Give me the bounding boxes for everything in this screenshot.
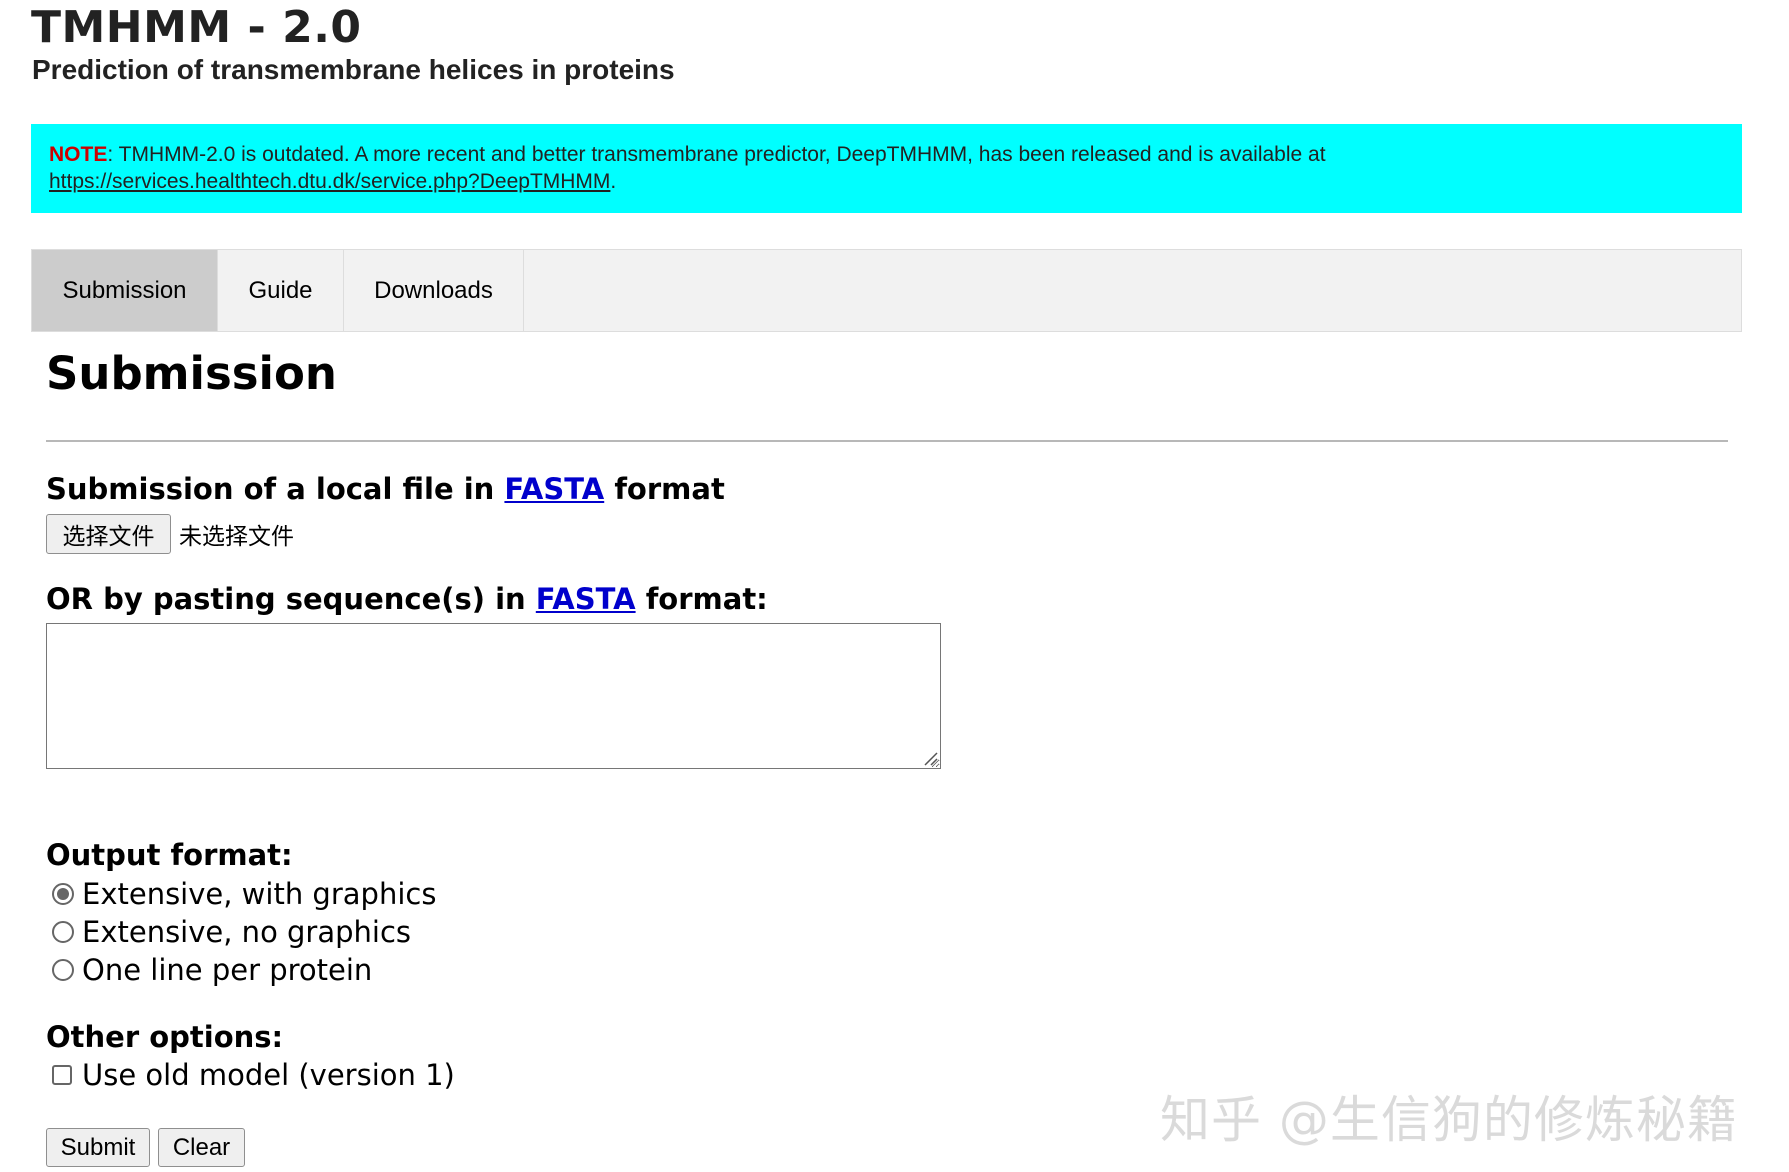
app-subtitle: Prediction of transmembrane helices in p…	[32, 54, 675, 85]
paste-heading: OR by pasting sequence(s) in FASTA forma…	[46, 582, 768, 617]
choose-file-button[interactable]: 选择文件	[46, 514, 171, 554]
tab-submission[interactable]: Submission	[32, 250, 218, 331]
radio-dot-icon	[57, 888, 69, 901]
section-divider	[46, 440, 1728, 442]
resize-handle-icon[interactable]	[922, 750, 938, 766]
app-title: TMHMM - 2.0	[31, 2, 362, 53]
file-upload-row: 选择文件 未选择文件	[46, 514, 294, 554]
option-label: Extensive, no graphics	[82, 915, 412, 949]
notice-text: : TMHMM-2.0 is outdated. A more recent a…	[107, 143, 1326, 166]
output-option-extensive-no-graphics[interactable]: Extensive, no graphics	[52, 915, 411, 950]
file-upload-heading: Submission of a local file in FASTA form…	[46, 472, 725, 507]
output-option-one-line[interactable]: One line per protein	[52, 953, 372, 988]
file-upload-heading-suffix: format	[604, 472, 725, 506]
notice-suffix: .	[610, 170, 617, 193]
notice-label: NOTE	[49, 143, 108, 166]
option-label: One line per protein	[82, 953, 373, 987]
output-format-heading: Output format:	[46, 838, 293, 872]
old-model-checkbox[interactable]	[52, 1065, 72, 1086]
fasta-link-paste[interactable]: FASTA	[536, 582, 636, 616]
radio-extensive-graphics[interactable]	[52, 883, 74, 906]
tab-guide[interactable]: Guide	[218, 250, 344, 331]
submit-button[interactable]: Submit	[46, 1128, 150, 1167]
page-title: Submission	[46, 347, 337, 400]
option-label: Extensive, with graphics	[82, 877, 437, 911]
tab-downloads[interactable]: Downloads	[344, 250, 524, 331]
old-model-option[interactable]: Use old model (version 1)	[52, 1058, 455, 1093]
radio-extensive-no-graphics[interactable]	[52, 921, 74, 944]
other-options-heading: Other options:	[46, 1020, 284, 1054]
paste-heading-suffix: format:	[635, 582, 768, 616]
file-status: 未选择文件	[179, 524, 294, 550]
file-upload-heading-prefix: Submission of a local file in	[46, 472, 505, 506]
sequence-textarea[interactable]	[46, 623, 941, 769]
watermark: 知乎 @生信狗的修炼秘籍	[1160, 1091, 1738, 1149]
deprecation-notice: NOTE: TMHMM-2.0 is outdated. A more rece…	[31, 124, 1742, 213]
old-model-label: Use old model (version 1)	[82, 1058, 455, 1092]
deeptmhmm-link[interactable]: https://services.healthtech.dtu.dk/servi…	[49, 170, 610, 193]
fasta-link-file[interactable]: FASTA	[504, 472, 604, 506]
clear-button[interactable]: Clear	[158, 1128, 245, 1167]
paste-heading-prefix: OR by pasting sequence(s) in	[46, 582, 536, 616]
tab-bar: Submission Guide Downloads	[31, 249, 1742, 332]
output-option-extensive-graphics[interactable]: Extensive, with graphics	[52, 877, 436, 912]
radio-one-line[interactable]	[52, 959, 74, 982]
